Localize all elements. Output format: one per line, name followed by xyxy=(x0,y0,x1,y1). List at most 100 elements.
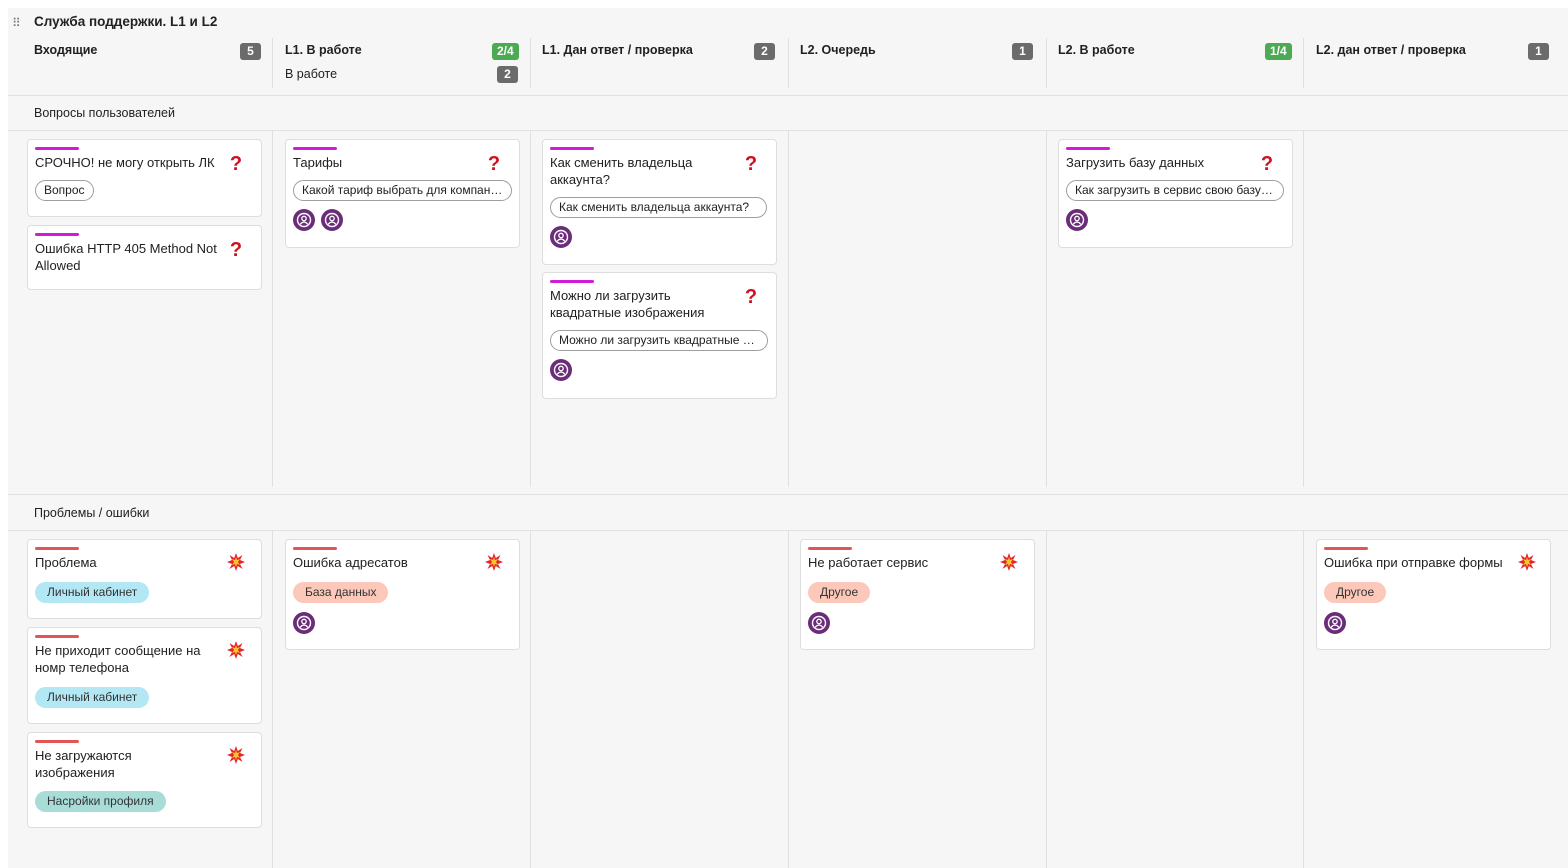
card-title: Можно ли загрузить квадратные изображени… xyxy=(550,288,705,320)
column-divider xyxy=(1303,131,1304,487)
card-problem[interactable]: Не работает сервис Другое xyxy=(800,539,1035,650)
card-tag: Личный кабинет xyxy=(35,687,150,708)
card-assignees xyxy=(1324,612,1352,636)
user-avatar-icon[interactable] xyxy=(1324,612,1346,634)
card-title: Не приходит сообщение на номр телефона xyxy=(35,643,201,675)
column-divider xyxy=(1046,131,1047,487)
user-avatar-icon[interactable] xyxy=(550,359,572,381)
card-question[interactable]: СРОЧНО! не могу открыть ЛК ? Вопрос xyxy=(27,139,262,217)
card-tag: Другое xyxy=(808,582,871,603)
card-problem[interactable]: Проблема Личный кабинет xyxy=(27,539,262,619)
card-assignees xyxy=(550,226,578,250)
column-name: L2. дан ответ / проверка xyxy=(1316,43,1466,57)
card-color-stripe xyxy=(35,147,79,150)
column-name: L1. Дан ответ / проверка xyxy=(542,43,693,57)
board-header: ⠿ Служба поддержки. L1 и L2 Входящие 5 L… xyxy=(8,8,1568,96)
column-divider xyxy=(788,131,789,487)
column-header-incoming[interactable]: Входящие 5 xyxy=(22,41,266,89)
user-avatar-icon[interactable] xyxy=(808,612,830,634)
card-color-stripe xyxy=(1324,547,1368,550)
column-name: L1. В работе xyxy=(285,43,362,57)
column-divider xyxy=(530,131,531,487)
lane-divider xyxy=(8,494,1568,495)
card-title: Проблема xyxy=(35,555,97,570)
card-tag: Личный кабинет xyxy=(35,582,150,603)
explosion-icon xyxy=(1000,553,1018,575)
question-icon: ? xyxy=(229,239,243,261)
question-icon: ? xyxy=(487,153,501,175)
subcolumn-name[interactable]: В работе xyxy=(285,67,337,81)
lane-title-problems[interactable]: Проблемы / ошибки xyxy=(34,506,149,520)
card-question[interactable]: Тарифы ? Какой тариф выбрать для компани… xyxy=(285,139,520,248)
column-name: L2. Очередь xyxy=(800,43,876,57)
card-title: Загрузить базу данных xyxy=(1066,155,1205,170)
card-title: СРОЧНО! не могу открыть ЛК xyxy=(35,155,215,170)
column-count-badge: 1 xyxy=(1528,43,1549,60)
card-color-stripe xyxy=(550,280,594,283)
drag-handle-icon[interactable]: ⠿ xyxy=(12,16,22,30)
card-title: Как сменить владельца аккаунта? xyxy=(550,155,693,187)
explosion-icon xyxy=(485,553,503,575)
column-divider xyxy=(1046,38,1047,88)
card-tag: Можно ли загрузить квадратные изображени… xyxy=(550,330,768,351)
card-problem[interactable]: Ошибка адресатов База данных xyxy=(285,539,520,650)
column-count-badge: 5 xyxy=(240,43,261,60)
card-question[interactable]: Ошибка HTTP 405 Method Not Allowed ? xyxy=(27,225,262,290)
user-avatar-icon[interactable] xyxy=(550,226,572,248)
card-color-stripe xyxy=(35,740,79,743)
card-question[interactable]: Можно ли загрузить квадратные изображени… xyxy=(542,272,777,399)
explosion-icon xyxy=(1518,553,1536,575)
column-name: Входящие xyxy=(34,43,98,57)
card-color-stripe xyxy=(35,233,79,236)
column-wip-limit-badge: 1/4 xyxy=(1265,43,1292,60)
explosion-icon xyxy=(227,553,245,575)
user-avatar-icon[interactable] xyxy=(321,209,343,231)
card-tag: Как сменить владельца аккаунта? xyxy=(550,197,767,218)
card-problem[interactable]: Не загружаются изображения Насройки проф… xyxy=(27,732,262,828)
card-tag: Другое xyxy=(1324,582,1387,603)
card-assignees xyxy=(293,209,349,233)
column-divider xyxy=(530,531,531,868)
explosion-icon xyxy=(227,746,245,768)
column-divider xyxy=(1046,531,1047,868)
card-color-stripe xyxy=(35,635,79,638)
explosion-icon xyxy=(227,641,245,663)
column-divider xyxy=(788,38,789,88)
lane-title-questions[interactable]: Вопросы пользователей xyxy=(34,106,175,120)
column-divider xyxy=(788,531,789,868)
column-wip-limit-badge: 2/4 xyxy=(492,43,519,60)
card-color-stripe xyxy=(1066,147,1110,150)
card-color-stripe xyxy=(808,547,852,550)
card-problem[interactable]: Ошибка при отправке формы Другое xyxy=(1316,539,1551,650)
question-icon: ? xyxy=(744,153,758,175)
column-divider xyxy=(530,38,531,88)
card-color-stripe xyxy=(293,547,337,550)
column-divider xyxy=(272,131,273,487)
user-avatar-icon[interactable] xyxy=(1066,209,1088,231)
card-assignees xyxy=(808,612,836,636)
user-avatar-icon[interactable] xyxy=(293,209,315,231)
subcolumn-count-badge: 2 xyxy=(497,66,518,83)
user-avatar-icon[interactable] xyxy=(293,612,315,634)
question-icon: ? xyxy=(744,286,758,308)
card-color-stripe xyxy=(35,547,79,550)
question-icon: ? xyxy=(229,153,243,175)
column-header-l2-queue[interactable]: L2. Очередь 1 xyxy=(788,41,1038,89)
card-problem[interactable]: Не приходит сообщение на номр телефона Л… xyxy=(27,627,262,724)
column-divider xyxy=(1303,38,1304,88)
card-title: Ошибка при отправке формы xyxy=(1324,555,1503,570)
card-tag: Как загрузить в сервис свою базу данных xyxy=(1066,180,1284,201)
card-tag: Насройки профиля xyxy=(35,791,166,812)
column-header-l1-in-progress[interactable]: L1. В работе 2/4 В работе 2 xyxy=(273,41,523,89)
column-header-l2-answered[interactable]: L2. дан ответ / проверка 1 xyxy=(1304,41,1554,89)
card-color-stripe xyxy=(550,147,594,150)
card-color-stripe xyxy=(293,147,337,150)
kanban-board: ⠿ Служба поддержки. L1 и L2 Входящие 5 L… xyxy=(8,8,1568,868)
card-title: Тарифы xyxy=(293,155,343,170)
column-divider xyxy=(272,38,273,88)
card-question[interactable]: Как сменить владельца аккаунта? ? Как см… xyxy=(542,139,777,265)
card-assignees xyxy=(550,359,578,383)
column-header-l2-in-progress[interactable]: L2. В работе 1/4 xyxy=(1046,41,1296,89)
column-header-l1-answered[interactable]: L1. Дан ответ / проверка 2 xyxy=(530,41,780,89)
card-question[interactable]: Загрузить базу данных ? Как загрузить в … xyxy=(1058,139,1293,248)
